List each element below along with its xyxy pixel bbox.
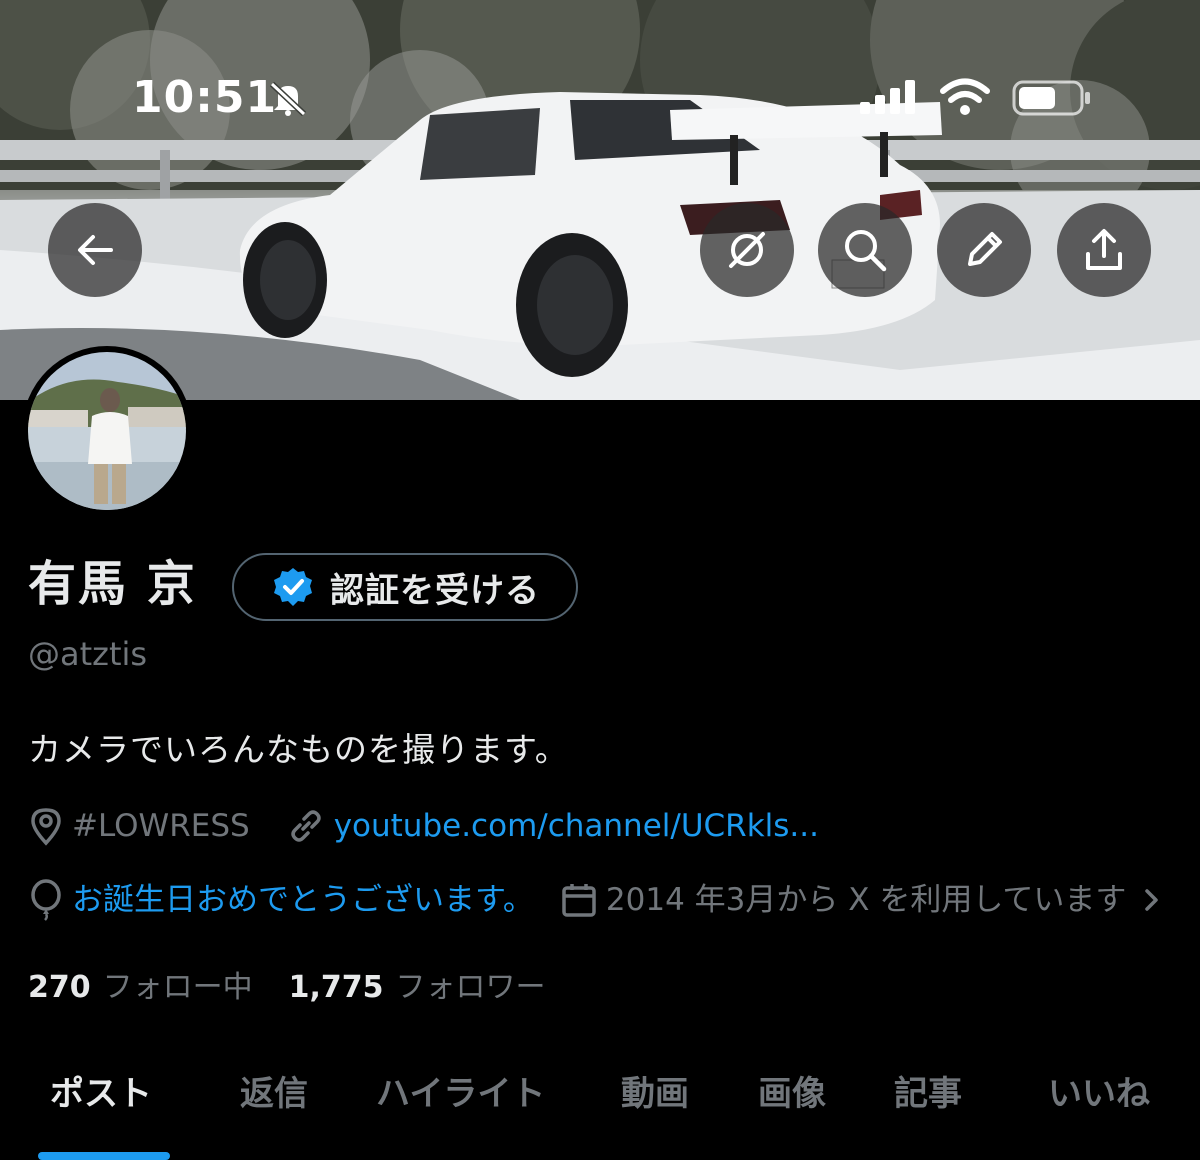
battery-icon — [1012, 80, 1090, 116]
active-tab-indicator — [38, 1152, 170, 1160]
tab-replies[interactable]: 返信 — [240, 1070, 308, 1118]
followers-count: 1,775 — [288, 970, 384, 1005]
back-button[interactable] — [48, 203, 142, 297]
verified-badge-icon — [274, 568, 312, 606]
avatar[interactable] — [22, 346, 192, 516]
translate-off-icon — [729, 232, 765, 268]
share-button[interactable] — [1057, 203, 1151, 297]
followers-label: フォロワー — [395, 970, 546, 1005]
location-text: #LOWRESS — [72, 808, 250, 844]
link-icon — [290, 810, 321, 842]
tab-highlights[interactable]: ハイライト — [376, 1070, 545, 1118]
birthday-text[interactable]: お誕生日おめでとうございます。 — [72, 878, 534, 922]
calendar-icon — [562, 884, 596, 917]
search-icon — [845, 230, 887, 272]
profile-meta-row-2: お誕生日おめでとうございます。 2014 年3月から X を利用しています — [28, 878, 1164, 922]
tab-media[interactable]: 画像 — [758, 1070, 826, 1118]
tab-posts[interactable]: ポスト — [50, 1070, 152, 1118]
profile-bio: カメラでいろんなものを撮ります。 — [28, 730, 569, 769]
joined-date-text[interactable]: 2014 年3月から X を利用しています — [606, 878, 1126, 922]
chevron-right-icon[interactable] — [1140, 883, 1164, 917]
share-icon — [1086, 229, 1122, 270]
profile-meta-row-1: #LOWRESS youtube.com/channel/UCRkls... — [28, 804, 819, 848]
arrow-left-icon — [78, 235, 113, 265]
tab-articles[interactable]: 記事 — [894, 1070, 962, 1118]
website-link[interactable]: youtube.com/channel/UCRkls... — [334, 804, 819, 848]
edit-pencil-icon — [968, 232, 1002, 266]
followers-link[interactable]: 1,775 フォロワー — [289, 966, 546, 1010]
get-verified-label: 認証を受ける — [330, 570, 540, 611]
tab-likes[interactable]: いいね — [1048, 1070, 1150, 1118]
following-link[interactable]: 270 フォロー中 — [28, 966, 253, 1010]
wifi-icon — [940, 78, 990, 115]
avatar-photo — [28, 352, 186, 510]
silent-bell-icon — [269, 81, 307, 116]
balloon-icon — [31, 879, 61, 921]
search-button[interactable] — [818, 203, 912, 297]
profile-banner[interactable]: 10:51 — [0, 0, 1200, 400]
display-name: 有馬 京 — [28, 556, 197, 612]
banner-photo-scene — [0, 0, 1200, 400]
following-count: 270 — [28, 970, 91, 1005]
get-verified-button[interactable]: 認証を受ける — [232, 553, 578, 621]
edit-profile-button[interactable] — [937, 203, 1031, 297]
username-handle: @atztis — [28, 635, 148, 673]
translate-button[interactable] — [700, 203, 794, 297]
status-time: 10:51 — [132, 72, 278, 123]
location-pin-icon — [31, 808, 61, 846]
follow-counts: 270 フォロー中 1,775 フォロワー — [28, 966, 546, 1010]
tab-videos[interactable]: 動画 — [621, 1070, 689, 1118]
following-label: フォロー中 — [102, 970, 253, 1005]
cell-signal-icon — [860, 80, 915, 114]
